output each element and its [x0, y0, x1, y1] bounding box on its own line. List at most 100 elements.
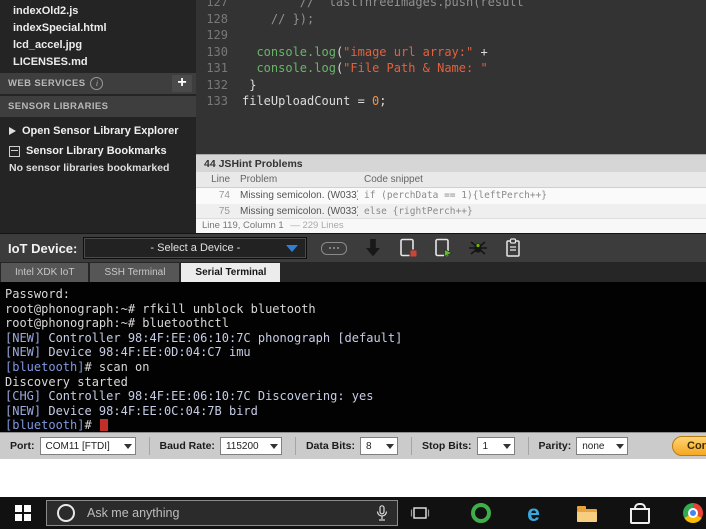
jshint-problems-header[interactable]: 44 JSHint Problems [196, 154, 706, 172]
terminal-line: [bluetooth]# scan on [5, 360, 706, 375]
terminal-line: root@phonograph:~# rfkill unblock blueto… [5, 302, 706, 317]
add-web-service-button[interactable]: + [172, 75, 192, 92]
app-icon-store[interactable] [613, 497, 666, 529]
terminal-segment: Device 98:4F:EE:0D:04:C7 imu [41, 345, 251, 359]
code-segment: ; [379, 94, 386, 108]
app-icon-edge[interactable]: e [507, 497, 560, 529]
task-view-button[interactable] [398, 497, 442, 529]
debug-app-icon[interactable] [468, 237, 488, 259]
terminal-line: [CHG] Controller 98:4F:EE:06:10:7C Disco… [5, 389, 706, 404]
code-segment: fileUploadCount = [242, 94, 372, 108]
dropdown-caret-icon [124, 444, 132, 449]
connect-button[interactable]: Connect [672, 436, 706, 456]
serial-baud-value: 115200 [226, 441, 259, 452]
install-app-icon[interactable] [398, 237, 418, 259]
serial-settings-bar: Port:COM11 [FTDI]Baud Rate:115200Data Bi… [0, 432, 706, 459]
dropdown-caret-icon [616, 444, 624, 449]
line-number: 129 [196, 27, 228, 44]
code-segment [242, 61, 256, 75]
app-icon-file-explorer[interactable] [560, 497, 613, 529]
open-sensor-library-explorer[interactable]: Open Sensor Library Explorer [0, 125, 196, 137]
code-line: console.log("image url array:" + [242, 44, 706, 61]
terminal-segment: [bluetooth] [5, 360, 84, 374]
problem-snippet: if (perchData == 1){leftPerch++} [358, 188, 706, 204]
info-icon[interactable]: i [90, 77, 103, 90]
problem-problem: Missing semicolon. (W033) [234, 188, 358, 204]
terminal-segment: Discovery started [5, 375, 128, 389]
line-number: 133 [196, 93, 228, 110]
sensor-libraries-label: SENSOR LIBRARIES [8, 101, 108, 112]
code-segment: "File Path & Name: " [343, 61, 488, 75]
serial-baud-select[interactable]: 115200 [220, 437, 282, 455]
windows-logo-icon [15, 505, 31, 521]
device-status-pill[interactable] [321, 242, 347, 255]
windows-taskbar: Ask me anything e [0, 497, 706, 529]
line-number: 127 [196, 0, 228, 11]
serial-baud-label: Baud Rate: [160, 440, 215, 452]
problems-rows: 74Missing semicolon. (W033)if (perchData… [196, 188, 706, 220]
editor-lines: 127128129130131132133 // lastThreeImages… [196, 0, 706, 110]
serial-parity-select[interactable]: none [576, 437, 628, 455]
code-segment [242, 45, 256, 59]
code-segment: // lastThreeImages.push(result [242, 0, 524, 9]
sensor-libraries-header: SENSOR LIBRARIES [0, 96, 196, 117]
code-segment: + [473, 45, 487, 59]
file-item[interactable]: LICENSES.md [0, 54, 196, 71]
line-number: 130 [196, 44, 228, 61]
file-item[interactable]: indexOld2.js [0, 3, 196, 20]
serial-data-bits-label: Data Bits: [306, 440, 355, 452]
code-line: // }); [242, 11, 706, 28]
cortana-search-box[interactable]: Ask me anything [46, 500, 398, 526]
app-log-icon[interactable] [503, 237, 523, 259]
editor-code: // lastThreeImages.push(result // }); co… [242, 0, 706, 110]
serial-parity-label: Parity: [539, 440, 572, 452]
separator [528, 437, 529, 455]
terminal-cursor [100, 419, 108, 431]
tab-intel-xdk-iot[interactable]: Intel XDK IoT [1, 263, 88, 282]
iot-toolbar-icons [363, 237, 523, 259]
tab-serial-terminal[interactable]: Serial Terminal [181, 263, 280, 282]
terminal-tabs: Intel XDK IoTSSH TerminalSerial Terminal [0, 262, 706, 282]
terminal-line: [NEW] Controller 98:4F:EE:06:10:7C phono… [5, 331, 706, 346]
terminal-line: [NEW] Device 98:4F:EE:0C:04:7B bird [5, 404, 706, 419]
serial-data-bits-select[interactable]: 8 [360, 437, 398, 455]
serial-stop-bits-label: Stop Bits: [422, 440, 472, 452]
taskbar-app-icons: e [454, 497, 706, 529]
terminal-line: [bluetooth]# [5, 418, 706, 432]
microphone-icon[interactable] [376, 505, 388, 522]
file-item[interactable]: indexSpecial.html [0, 20, 196, 37]
editor-status-bar: Line 119, Column 1 — 229 Lines [196, 218, 706, 233]
app-icon-chrome[interactable] [666, 497, 706, 529]
download-icon[interactable] [363, 237, 383, 259]
separator [295, 437, 296, 455]
file-item[interactable]: lcd_accel.jpg [0, 37, 196, 54]
terminal-segment: [bluetooth] [5, 418, 84, 432]
terminal-segment: root@phonograph:~# rfkill unblock blueto… [5, 302, 316, 316]
code-editor[interactable]: 127128129130131132133 // lastThreeImages… [196, 0, 706, 154]
separator [149, 437, 150, 455]
device-select-value: - Select a Device - [150, 242, 240, 254]
terminal-segment: # scan on [84, 360, 149, 374]
cursor-position: Line 119, Column 1 [202, 220, 284, 231]
app-icon-green-circle[interactable] [454, 497, 507, 529]
dropdown-caret-icon [503, 444, 511, 449]
terminal-segment: [NEW] [5, 331, 41, 345]
column-line: Line [196, 172, 234, 187]
jshint-problems-panel: 44 JSHint Problems Line Problem Code sni… [196, 154, 706, 233]
terminal-line: root@phonograph:~# bluetoothctl [5, 316, 706, 331]
run-app-icon[interactable] [433, 237, 453, 259]
serial-terminal-output[interactable]: Password:root@phonograph:~# rfkill unblo… [0, 282, 706, 432]
tab-ssh-terminal[interactable]: SSH Terminal [90, 263, 179, 282]
device-select-dropdown[interactable]: - Select a Device - [83, 237, 307, 259]
serial-stop-bits-select[interactable]: 1 [477, 437, 515, 455]
serial-port-value: COM11 [FTDI] [46, 441, 110, 452]
terminal-segment: Password: [5, 287, 70, 301]
serial-port-select[interactable]: COM11 [FTDI] [40, 437, 136, 455]
sensor-library-bookmarks[interactable]: Sensor Library Bookmarks [0, 145, 196, 157]
code-segment: console.log [256, 61, 335, 75]
line-number: 128 [196, 11, 228, 28]
terminal-line: Password: [5, 287, 706, 302]
start-button[interactable] [0, 497, 46, 529]
problem-row[interactable]: 74Missing semicolon. (W033)if (perchData… [196, 188, 706, 204]
code-segment: // }); [242, 12, 314, 26]
